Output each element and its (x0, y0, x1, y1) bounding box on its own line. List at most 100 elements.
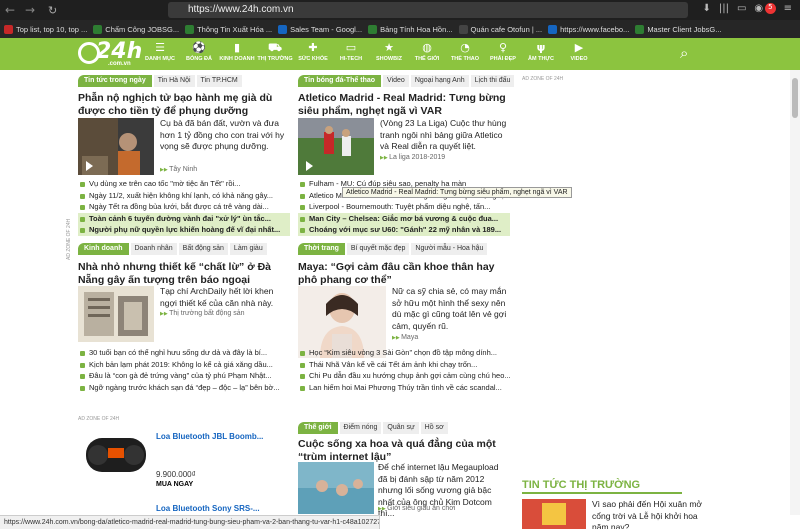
download-icon[interactable]: ⬇ (702, 3, 710, 14)
menu-item-video[interactable]: ▶ VIDEO (560, 38, 598, 70)
list-item[interactable]: Học “Kim siêu vòng 3 Sài Gòn” chọn đồ tậ… (298, 347, 510, 359)
ad-zone-vertical-label: AD ZONE OF 24H (66, 218, 72, 260)
business-category[interactable]: Thị trường bất động sản (160, 310, 244, 317)
football-tab[interactable]: Tin bóng đá-Thể thao (298, 75, 382, 87)
extension-icon[interactable]: ◉ (754, 3, 763, 14)
menu-item-phái-đẹp[interactable]: ♀ PHÁI ĐẸP (484, 38, 522, 70)
menu-icon: ▮ (233, 41, 241, 54)
business-headline[interactable]: Nhà nhỏ nhưng thiết kế “chất lừ” ở Đà Nẵ… (78, 261, 290, 286)
menu-item-âm-thực[interactable]: ψ ÂM THỰC (522, 38, 560, 70)
menu-icon: ψ (536, 41, 546, 54)
bookmark-item[interactable]: Quán cafe Otofun | ... (458, 24, 542, 34)
football-tab[interactable]: Video (383, 75, 409, 87)
list-item[interactable]: Toàn cảnh 6 tuyến đường vành đai "xử lý"… (78, 212, 290, 224)
football-tab[interactable]: Lịch thi đấu (470, 75, 515, 87)
list-item[interactable]: Ngỡ ngàng trước khách sạn đá “đẹp – độc … (78, 382, 290, 394)
scrollbar-thumb[interactable] (792, 78, 798, 118)
world-tab[interactable]: Hồ sơ (420, 422, 448, 434)
list-item[interactable]: Đâu là “con gà đẻ trứng vàng” của tỷ phú… (78, 370, 290, 382)
football-category[interactable]: La liga 2018-2019 (380, 154, 445, 161)
football-tab[interactable]: Ngoại hạng Anh (410, 75, 469, 87)
list-item[interactable]: Kịch bản lạm phát 2019: Không lo kể cả g… (78, 359, 290, 371)
product1-price: 9.900.000₫ (156, 470, 196, 479)
menu-item-hi-tech[interactable]: ▭ HI-TECH (332, 38, 370, 70)
menu-item-thể-thao[interactable]: ◔ THỂ THAO (446, 38, 484, 70)
fashion-category[interactable]: Maya (392, 334, 418, 341)
news_today-tab[interactable]: Tin tức trong ngày (78, 75, 152, 87)
product1-name[interactable]: Loa Bluetooth JBL Boomb... (156, 432, 263, 441)
world-tab[interactable]: Quân sự (383, 422, 419, 434)
forward-icon[interactable]: → (20, 3, 40, 17)
bookmark-item[interactable]: Top list, top 10, top ... (4, 24, 87, 34)
world-headline[interactable]: Cuộc sống xa hoa và quá đẳng của một “tr… (298, 438, 506, 463)
bookmark-item[interactable]: Thông Tin Xuất Hóa ... (185, 24, 272, 34)
world-thumbnail[interactable] (298, 462, 374, 514)
menu-item-thị-trường[interactable]: ⛟ THỊ TRƯỜNG (256, 38, 294, 70)
menu-icon[interactable]: ≡ (784, 3, 792, 14)
world-tab[interactable]: Thế giới (298, 422, 338, 434)
fashion-tab[interactable]: Bí quyết mặc đẹp (346, 243, 410, 255)
menu-item-showbiz[interactable]: ★ SHOWBIZ (370, 38, 408, 70)
list-item[interactable]: Choáng với mục sư U60: "Gánh" 22 mỹ nhân… (298, 224, 510, 236)
back-icon[interactable]: ← (0, 3, 20, 17)
list-item[interactable]: Người phụ nữ quyền lực khiến hoàng đế vĩ… (78, 224, 290, 236)
bookmark-item[interactable]: Bảng Tính Hoa Hồn... (368, 24, 453, 34)
list-item[interactable]: Liverpool - Bournemouth: Tuyệt phẩm diệu… (298, 201, 510, 213)
list-item[interactable]: Chi Pu dẫn đầu xu hướng chụp ảnh gợi cảm… (298, 370, 510, 382)
market-thumbnail[interactable] (522, 499, 586, 529)
menu-item-bóng-đá[interactable]: ⚽ BÓNG ĐÁ (180, 38, 218, 70)
fashion-tab[interactable]: Người mẫu - Hoa hậu (411, 243, 488, 255)
fashion-headline[interactable]: Maya: “Gợi cảm đâu cần khoe thân hay phô… (298, 261, 498, 286)
business-tab[interactable]: Doanh nhân (130, 243, 177, 255)
list-item[interactable]: Vụ dùng xe trên cao tốc "mờ tiệc ăn Tết"… (78, 178, 290, 190)
news_today-tab[interactable]: Tin TP.HCM (196, 75, 242, 87)
business-tab[interactable]: Bất động sản (178, 243, 228, 255)
bookmark-item[interactable]: https://www.facebo... (548, 24, 629, 34)
news-headline[interactable]: Phẫn nộ nghịch tử bạo hành mẹ già dù đượ… (78, 92, 288, 117)
menu-item-kinh-doanh[interactable]: ▮ KINH DOANH (218, 38, 256, 70)
football-headline[interactable]: Atletico Madrid - Real Madrid: Tưng bừng… (298, 92, 506, 117)
football-tabs: Tin bóng đá-Thể thao Video Ngoại hạng Anh L… (298, 75, 515, 87)
search-icon[interactable]: ⌕ (680, 44, 688, 62)
list-item[interactable]: Lan hiếm hoi Mai Phương Thúy trần tình v… (298, 382, 510, 394)
list-item[interactable]: Ngày 11/2, xuất hiện không khí lạnh, có … (78, 190, 290, 202)
market-section-title[interactable]: TIN TỨC THỊ TRƯỜNG (522, 479, 640, 491)
news-category[interactable]: Tây Ninh (160, 166, 197, 173)
bookmark-item[interactable]: Master Client JobsG... (635, 24, 722, 34)
list-item[interactable]: Man City – Chelsea: Giắc mơ bá vương & c… (298, 212, 510, 224)
ad-zone-label-2: AD ZONE OF 24H (78, 416, 120, 422)
sidebar-icon[interactable]: ▭ (737, 3, 746, 14)
bookmark-favicon-icon (278, 24, 288, 34)
bookmark-item[interactable]: Sales Team - Googl... (278, 24, 362, 34)
menu-item-sức-khỏe[interactable]: ✚ SỨC KHỎE (294, 38, 332, 70)
business-tab[interactable]: Kinh doanh (78, 243, 129, 255)
world-category[interactable]: Giới siêu giàu ăn chơi (378, 505, 455, 512)
fashion-tab[interactable]: Thời trang (298, 243, 345, 255)
menu-toggle[interactable]: ☰ DANH MỤC (140, 38, 180, 70)
speaker-product-image[interactable] (80, 430, 152, 486)
bookmark-favicon-icon (458, 24, 468, 34)
business-thumbnail[interactable] (78, 286, 154, 342)
address-bar[interactable]: https://www.24h.com.vn (168, 2, 688, 18)
list-item[interactable]: Ngày Tết ra đồng bủa lưới, bắt được cá t… (78, 201, 290, 213)
market-item[interactable]: Vì sao phải đến Hội xuân mở cổng trời và… (592, 499, 702, 529)
world-tab[interactable]: Điểm nóng (339, 422, 382, 434)
product2-name[interactable]: Loa Bluetooth Sony SRS-... (156, 504, 260, 513)
reload-icon[interactable]: ↻ (48, 4, 57, 17)
list-item[interactable]: Thái Nhã Vân kể về cái Tết ám ảnh khi ch… (298, 359, 510, 371)
buy-now-button[interactable]: MUA NGAY (156, 481, 193, 488)
list-item[interactable]: 30 tuổi bạn có thể nghỉ hưu sống dư dả v… (78, 347, 290, 359)
football-thumbnail[interactable] (298, 118, 374, 175)
menu-icon: ◔ (460, 41, 470, 54)
bookmark-favicon-icon (93, 24, 103, 34)
bookmark-item[interactable]: Chấm Công JOBSG... (93, 24, 179, 34)
site-logo[interactable]: 24h .com.vn (78, 39, 142, 69)
news-thumbnail[interactable] (78, 118, 154, 175)
news_today-tab[interactable]: Tin Hà Nội (153, 75, 195, 87)
page-scrollbar[interactable] (790, 70, 800, 515)
notification-badge: 5 (765, 3, 776, 14)
library-icon[interactable]: ||| (719, 3, 729, 14)
menu-item-thế-giới[interactable]: ◍ THẾ GIỚI (408, 38, 446, 70)
business-tab[interactable]: Làm giàu (229, 243, 267, 255)
news-list: Vụ dùng xe trên cao tốc "mờ tiệc ăn Tết"… (78, 178, 290, 236)
